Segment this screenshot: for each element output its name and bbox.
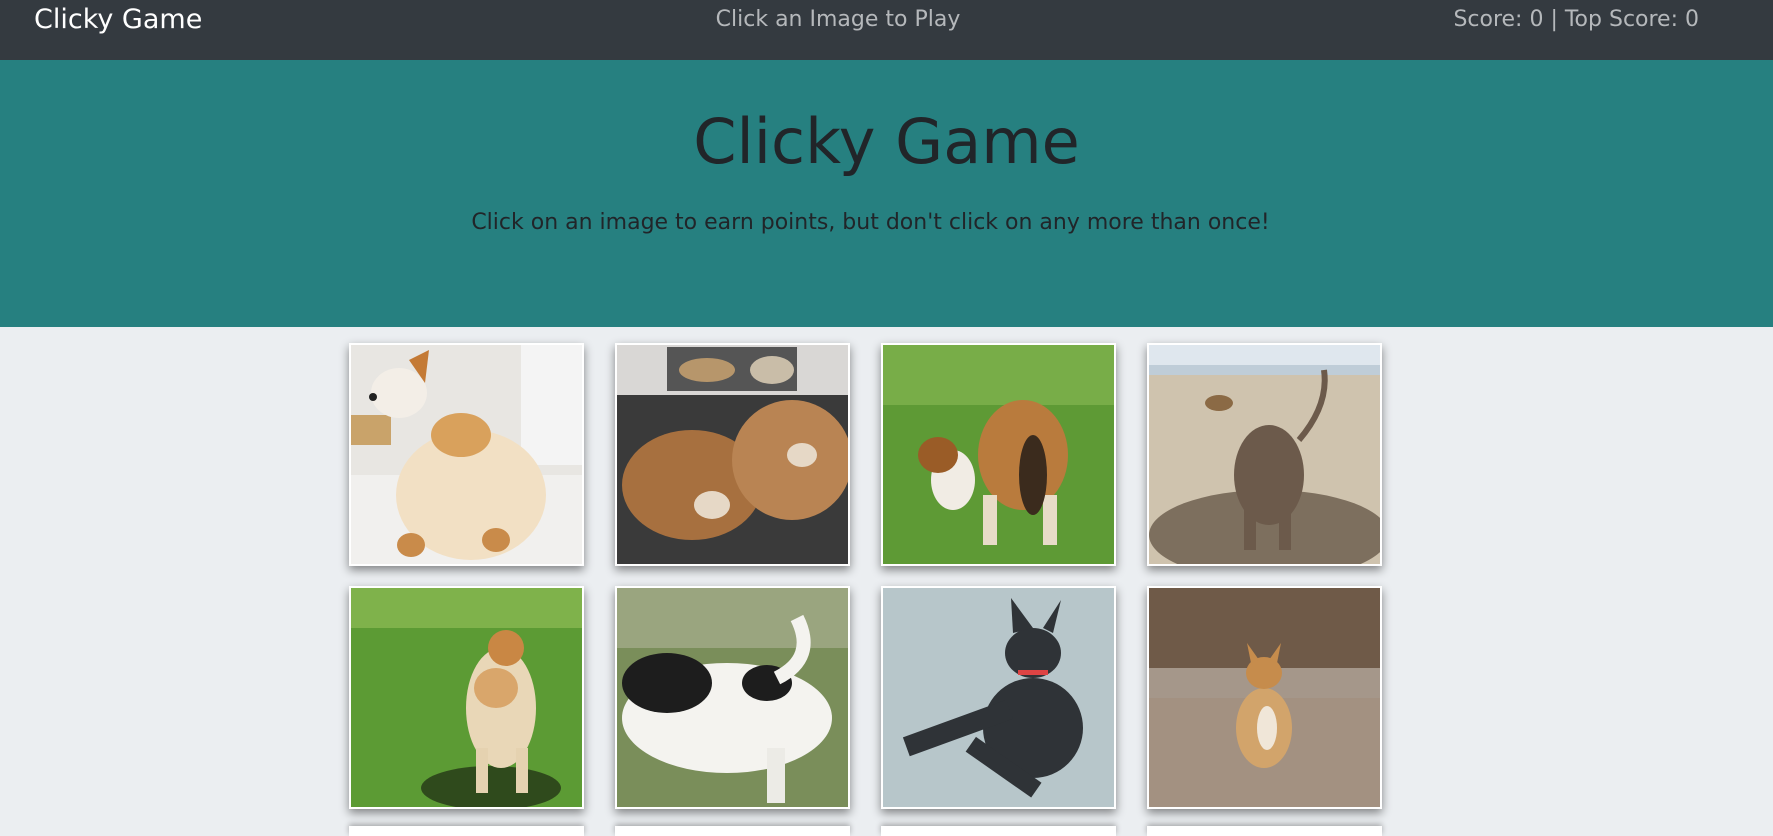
score-display: Score: 0 | Top Score: 0 [1453,7,1699,32]
image-card[interactable] [881,586,1116,809]
french-bulldog-splits-image[interactable] [883,588,1114,807]
page-title: Clicky Game [693,105,1080,178]
next-row-partial [349,826,1382,836]
image-card[interactable] [615,343,850,566]
collie-on-grass-image[interactable] [883,345,1114,564]
page-subtitle: Click on an image to earn points, but do… [471,210,1270,235]
navbar: Clicky Game Click an Image to Play Score… [0,0,1773,60]
jumbotron: Clicky Game Click on an image to earn po… [0,60,1773,327]
image-card[interactable] [1147,826,1382,836]
image-card[interactable] [349,826,584,836]
image-card[interactable] [349,586,584,809]
image-card[interactable] [881,826,1116,836]
dog-digging-sand-image[interactable] [1149,345,1380,564]
image-grid [349,343,1382,809]
two-bulldogs-lying-image[interactable] [617,345,848,564]
image-card[interactable] [349,343,584,566]
image-card[interactable] [881,343,1116,566]
jack-russell-image[interactable] [617,588,848,807]
image-card[interactable] [1147,343,1382,566]
image-card[interactable] [615,586,850,809]
image-card[interactable] [1147,586,1382,809]
corgi-heart-butt-image[interactable] [351,345,582,564]
shiba-on-grass-image[interactable] [351,588,582,807]
corgi-walking-road-image[interactable] [1149,588,1380,807]
image-card[interactable] [615,826,850,836]
